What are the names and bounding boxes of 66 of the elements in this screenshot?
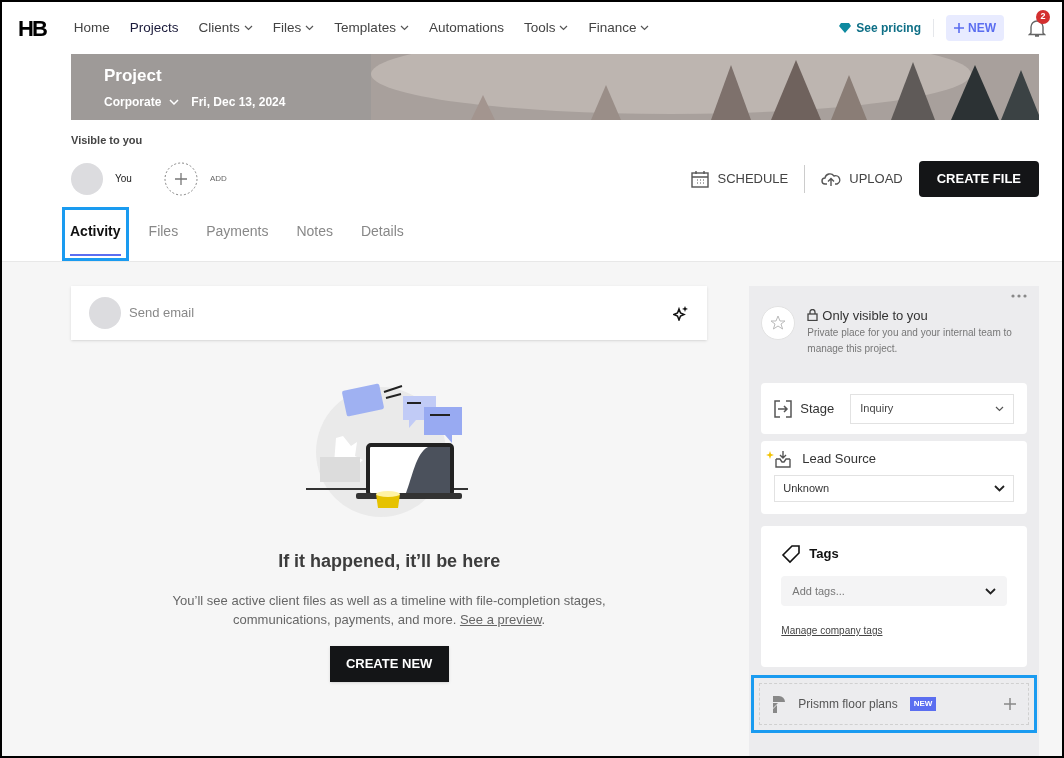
create-new-button[interactable]: CREATE NEW	[329, 645, 449, 682]
add-member-icon[interactable]	[163, 161, 198, 196]
chevron-icon	[994, 485, 1005, 492]
diamond-icon	[838, 22, 853, 34]
stage-label: Stage	[800, 399, 835, 418]
project-title: Project	[104, 65, 163, 87]
stage-dropdown[interactable]: Inquiry	[850, 393, 1014, 424]
schedule-button[interactable]: SCHEDULE	[691, 168, 789, 189]
upload-button[interactable]: UPLOAD	[821, 168, 903, 189]
notification-badge: 2	[1036, 10, 1050, 24]
chevron-icon	[399, 25, 409, 31]
cloud-upload-icon	[821, 170, 842, 187]
member-label: You	[115, 172, 132, 186]
chevron-icon	[169, 98, 180, 105]
avatar	[89, 296, 121, 329]
tags-label: Tags	[809, 545, 839, 564]
tab[interactable]: Payments	[206, 220, 269, 256]
avatar	[71, 162, 103, 195]
see-pricing-link[interactable]: See pricing	[838, 19, 934, 37]
lock-icon	[807, 309, 819, 322]
nav-item[interactable]: Files	[272, 17, 315, 39]
tab[interactable]: Details	[360, 220, 404, 256]
lead-source-dropdown[interactable]: Unknown	[774, 475, 1014, 502]
nav-item[interactable]: Clients	[198, 17, 253, 39]
nav-item[interactable]: Automations	[428, 17, 504, 39]
nav-item[interactable]: Projects	[129, 17, 179, 39]
bell-icon[interactable]	[1028, 18, 1046, 38]
nav-item[interactable]: Home	[73, 17, 110, 39]
create-file-button[interactable]: CREATE FILE	[918, 160, 1039, 197]
member-label: ADD	[209, 172, 227, 185]
lead-source-label: Lead Source	[802, 450, 877, 469]
chevron-icon	[559, 25, 569, 31]
new-badge: NEW	[909, 697, 937, 711]
tags-dropdown[interactable]: Add tags...	[781, 576, 1007, 606]
new-button[interactable]: NEW	[946, 15, 1004, 41]
nav-item[interactable]: Templates	[334, 17, 409, 39]
tab[interactable]: Files	[148, 220, 179, 256]
composer-placeholder: Send email	[129, 303, 196, 322]
nav-item[interactable]: Tools	[523, 17, 569, 39]
private-title: Only visible to you	[822, 306, 928, 325]
chevron-icon	[640, 25, 650, 31]
private-description: Private place for you and your internal team to manage this project.	[807, 326, 1013, 356]
chevron-icon	[305, 25, 315, 31]
logo[interactable]: HB	[18, 11, 46, 45]
email-composer[interactable]: Send email	[71, 285, 708, 340]
floor-plan-logo-icon	[772, 695, 787, 713]
add-icon[interactable]	[1004, 698, 1016, 710]
sparkle-icon[interactable]	[673, 304, 690, 321]
calendar-icon	[691, 169, 710, 188]
integration-item[interactable]: Prismm floor plans NEW	[759, 683, 1029, 725]
tag-icon	[781, 544, 802, 564]
tab[interactable]: Notes	[296, 220, 333, 256]
see-preview-link[interactable]: See a preview	[459, 611, 542, 627]
manage-tags-link[interactable]: Manage company tags	[781, 623, 1007, 638]
plus-icon	[954, 23, 964, 33]
nav-item[interactable]: Finance	[588, 17, 650, 39]
more-icon[interactable]	[1011, 293, 1027, 298]
stage-icon	[774, 399, 793, 418]
chevron-icon	[995, 405, 1004, 412]
project-date: Fri, Dec 13, 2024	[191, 93, 286, 111]
empty-state-title: If it happened, it’ll be here	[278, 549, 501, 573]
visibility-label: Visible to you	[71, 133, 144, 148]
tab[interactable]: Activity	[70, 220, 121, 256]
empty-state-text: You’ll see active client files as well as a timeline with file-completion stages, communications, payments, and more. See a preview.	[171, 591, 607, 629]
chevron-icon	[985, 587, 996, 595]
chevron-icon	[243, 25, 253, 31]
